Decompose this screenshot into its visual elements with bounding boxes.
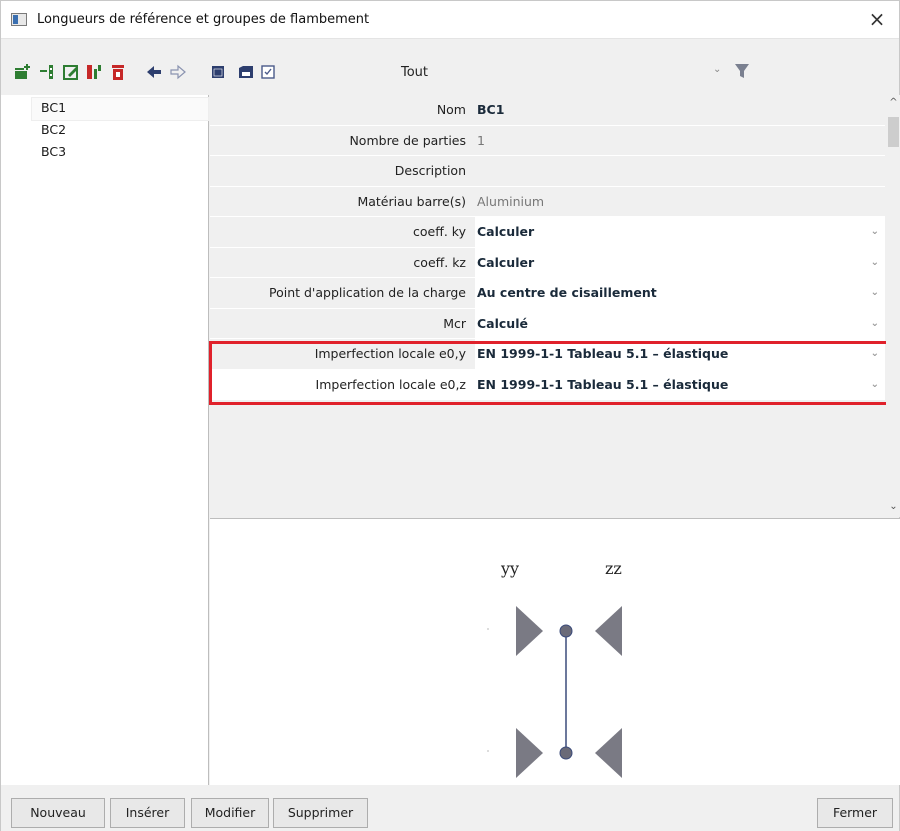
- chevron-down-icon: ⌄: [870, 226, 879, 237]
- property-row-kz: coeff. kz Calculer ⌄: [210, 247, 885, 278]
- description-field[interactable]: [475, 156, 885, 186]
- buckling-preview: yy zz: [210, 518, 900, 785]
- property-row-description: Description: [210, 156, 885, 187]
- mcr-dropdown[interactable]: Calculé ⌄: [475, 308, 885, 339]
- imperfection-y-dropdown[interactable]: EN 1999-1-1 Tableau 5.1 – élastique ⌄: [475, 339, 885, 369]
- support-bottom-right-icon: [595, 728, 622, 778]
- property-label: Imperfection locale e0,z: [210, 369, 470, 400]
- load-point-dropdown[interactable]: Au centre de cisaillement ⌄: [475, 278, 885, 308]
- checkbox-icon[interactable]: [259, 63, 277, 81]
- property-label: Point d'application de la charge: [268, 285, 466, 300]
- scroll-up-icon[interactable]: ^: [886, 95, 900, 111]
- scroll-thumb[interactable]: [888, 117, 899, 147]
- property-label: Nombre de parties: [349, 132, 466, 148]
- support-top-right-icon: [595, 606, 622, 656]
- property-label: Imperfection locale e0,y: [314, 346, 466, 361]
- chevron-down-icon: ⌄: [870, 378, 879, 390]
- redo-icon[interactable]: [169, 63, 187, 81]
- app-icon: [11, 13, 27, 26]
- property-row-ky: coeff. ky Calculer ⌄: [210, 217, 885, 248]
- group-list: BC1 BC2 BC3: [1, 95, 209, 785]
- chevron-down-icon: ⌄: [870, 317, 879, 329]
- chevron-down-icon: ⌄: [870, 348, 879, 359]
- ky-dropdown[interactable]: Calculer ⌄: [475, 217, 885, 247]
- close-button[interactable]: ×: [855, 1, 899, 37]
- property-label: Mcr: [443, 315, 466, 331]
- property-label: coeff. kz: [413, 254, 466, 270]
- support-top-left-icon: [516, 606, 543, 656]
- property-label: coeff. ky: [413, 224, 466, 239]
- property-label: Nom: [436, 102, 466, 117]
- window-title: Longueurs de référence et groupes de fla…: [37, 12, 370, 27]
- property-row-parts: Nombre de parties 1: [210, 126, 885, 156]
- support-bottom-left-icon: [516, 728, 543, 778]
- property-row-name: Nom BC1: [210, 95, 885, 126]
- property-row-material: Matériau barre(s) Aluminium: [210, 187, 885, 217]
- new-item-icon[interactable]: [13, 63, 31, 81]
- name-field[interactable]: BC1: [475, 95, 885, 125]
- funnel-icon[interactable]: [734, 62, 750, 80]
- insert-item-icon[interactable]: [38, 63, 56, 81]
- material-value: Aluminium: [477, 193, 545, 209]
- property-row-mcr: Mcr Calculé ⌄: [210, 308, 885, 339]
- property-row-imperfection-z: Imperfection locale e0,z EN 1999-1-1 Tab…: [210, 369, 885, 400]
- property-row-load-point: Point d'application de la charge Au cent…: [210, 278, 885, 309]
- delete-button[interactable]: Supprimer: [273, 798, 368, 828]
- imperfection-z-dropdown[interactable]: EN 1999-1-1 Tableau 5.1 – élastique ⌄: [475, 369, 885, 400]
- insert-button[interactable]: Insérer: [110, 798, 185, 828]
- node-bottom: [559, 746, 573, 760]
- properties-scrollbar[interactable]: ^ ⌄: [886, 95, 900, 517]
- properties-grid: Nom BC1 Nombre de parties 1 Description …: [210, 95, 900, 517]
- scroll-down-icon[interactable]: ⌄: [886, 499, 900, 515]
- modify-button[interactable]: Modifier: [191, 798, 269, 828]
- save-icon[interactable]: [237, 63, 255, 81]
- list-item-bc2[interactable]: BC2: [1, 119, 207, 141]
- title-bar: Longueurs de référence et groupes de fla…: [1, 1, 899, 39]
- kz-dropdown[interactable]: Calculer ⌄: [475, 247, 885, 278]
- list-item-bc3[interactable]: BC3: [1, 141, 207, 163]
- node-top: [559, 624, 573, 638]
- property-label: Description: [394, 163, 466, 178]
- delete-item-icon[interactable]: [109, 63, 127, 81]
- chevron-down-icon: ⌄: [870, 287, 879, 298]
- property-label: Matériau barre(s): [357, 193, 466, 209]
- view-icon[interactable]: [209, 63, 227, 81]
- toolbar: [1, 40, 899, 94]
- undo-icon[interactable]: [145, 63, 163, 81]
- close-dialog-button[interactable]: Fermer: [817, 798, 893, 828]
- new-button[interactable]: Nouveau: [11, 798, 105, 828]
- copy-item-icon[interactable]: [85, 63, 103, 81]
- filter-select[interactable]: Tout: [401, 65, 428, 80]
- property-row-imperfection-y: Imperfection locale e0,y EN 1999-1-1 Tab…: [210, 339, 885, 370]
- chevron-down-icon[interactable]: ⌄: [713, 64, 721, 75]
- buckling-diagram: [487, 606, 622, 778]
- edit-item-icon[interactable]: [62, 63, 80, 81]
- chevron-down-icon: ⌄: [870, 256, 879, 268]
- parts-value: 1: [477, 132, 485, 148]
- list-item-bc1[interactable]: BC1: [1, 97, 209, 121]
- dialog-window: Longueurs de référence et groupes de fla…: [0, 0, 900, 831]
